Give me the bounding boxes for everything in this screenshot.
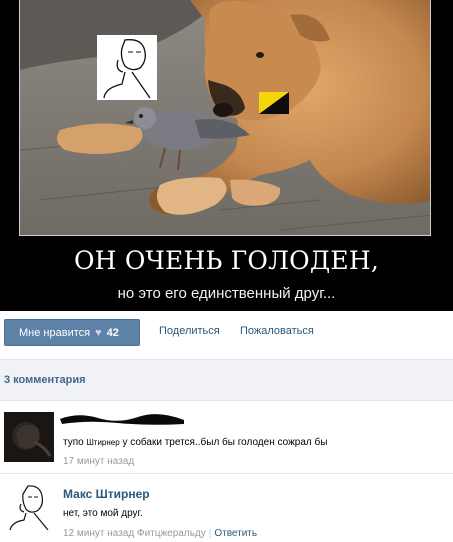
reply-link[interactable]: Ответить [214, 528, 257, 539]
redacted-author-name [58, 410, 186, 432]
heart-icon: ♥ [95, 326, 102, 339]
poster-caption: но это его единственный друг... [117, 285, 336, 302]
comment-item: Макс Штирнер нет, это мой друг. 12 минут… [0, 474, 453, 542]
comment-time[interactable]: 17 минут назад [63, 456, 134, 467]
share-link[interactable]: Поделиться [159, 325, 220, 337]
comment-meta: 17 минут назад [63, 456, 134, 467]
post-actions: Мне нравится ♥ 42 Поделиться Пожаловатьс… [0, 311, 453, 359]
comments-count: 3 комментария [4, 374, 86, 386]
comments-header[interactable]: 3 комментария [0, 359, 453, 401]
avatar[interactable] [4, 412, 54, 462]
like-button[interactable]: Мне нравится ♥ 42 [4, 319, 140, 346]
meta-separator: | [208, 528, 212, 539]
comment-text: тупо Штирнер у собаки трется..был бы гол… [63, 437, 328, 448]
poster-title: ОН ОЧЕНЬ ГОЛОДЕН, [73, 246, 380, 275]
poster-photo[interactable] [19, 0, 431, 236]
comment-meta: 12 минут назад Фитцжеральду | Ответить [63, 528, 257, 539]
demotivator-poster: ОН ОЧЕНЬ ГОЛОДЕН, но это его единственны… [0, 0, 453, 311]
comment-time[interactable]: 12 минут назад [63, 528, 134, 539]
reply-to-name[interactable]: Фитцжеральду [137, 528, 206, 539]
like-count: 42 [106, 326, 119, 339]
avatar[interactable] [4, 480, 54, 530]
mention[interactable]: Штирнер [86, 438, 119, 447]
like-label: Мне нравится [19, 326, 91, 339]
report-link[interactable]: Пожаловаться [240, 325, 314, 337]
comment-item: тупо Штирнер у собаки трется..был бы гол… [0, 402, 453, 474]
comment-author[interactable]: Макс Штирнер [63, 487, 150, 501]
comment-text: нет, это мой друг. [63, 508, 143, 519]
